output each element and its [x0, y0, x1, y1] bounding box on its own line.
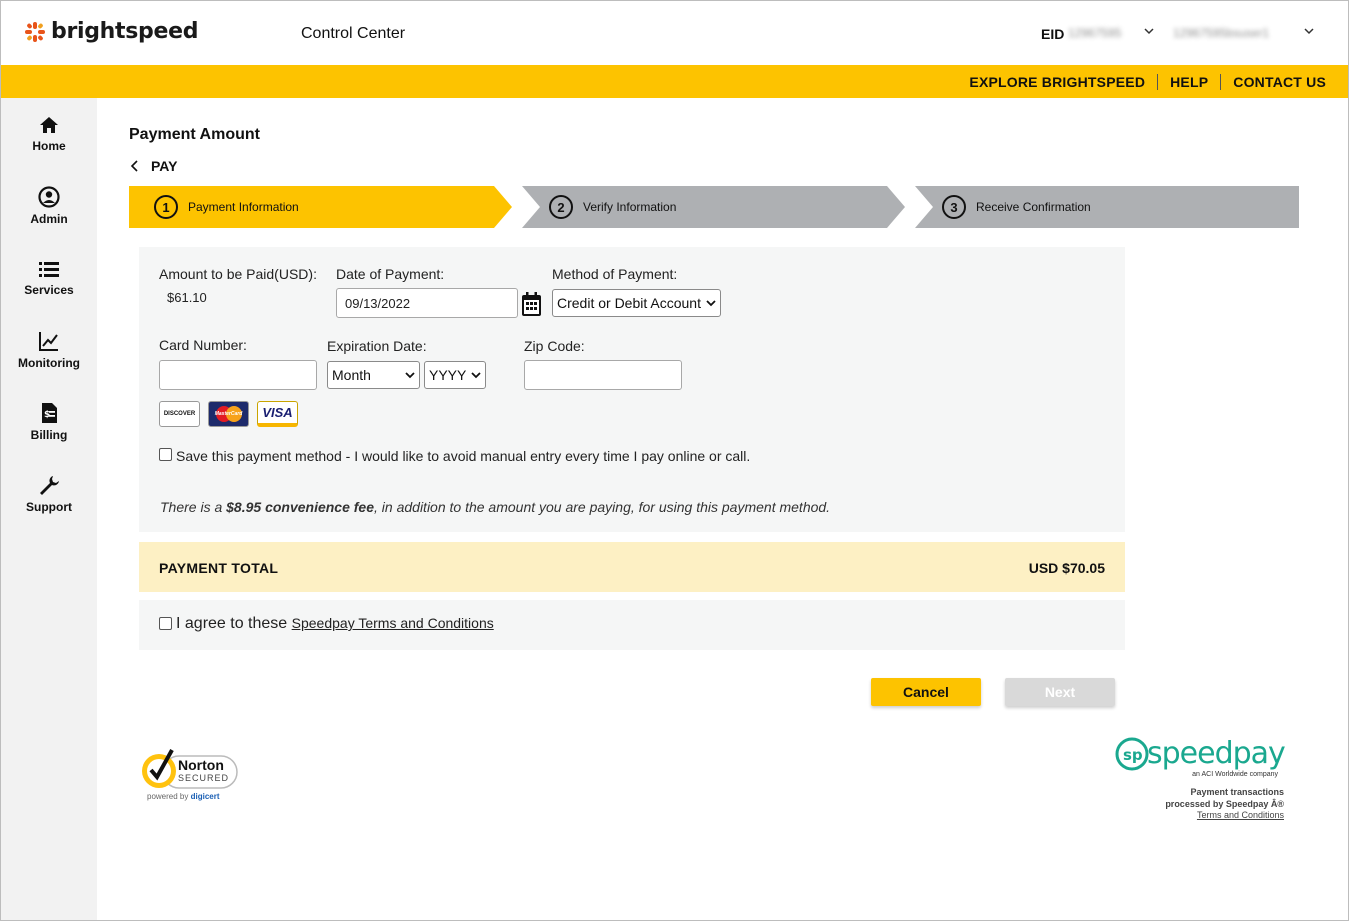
- wrench-icon: [40, 476, 59, 495]
- eid-label: EID: [1041, 26, 1065, 42]
- eid-dropdown-chevron-icon[interactable]: [1143, 24, 1155, 40]
- agree-terms-checkbox[interactable]: [159, 617, 172, 630]
- chart-icon: [39, 332, 58, 351]
- stepper-background: [129, 186, 1299, 228]
- date-label: Date of Payment:: [336, 266, 445, 282]
- norton-powered-by: powered by digicert: [147, 792, 220, 801]
- amount-value: $61.10: [167, 290, 207, 305]
- sidebar-item-services[interactable]: Services: [1, 259, 97, 297]
- progress-stepper: 1 Payment Information 2 Verify Informati…: [129, 186, 1299, 228]
- sidebar-item-home[interactable]: Home: [1, 115, 97, 153]
- user-dropdown-chevron-icon[interactable]: [1303, 24, 1315, 40]
- zip-code-input[interactable]: [524, 360, 682, 390]
- sidebar-item-label: Billing: [30, 428, 68, 442]
- step-label: Verify Information: [583, 200, 677, 214]
- exp-month-value: Month: [332, 367, 371, 383]
- speedpay-line1: Payment transactions: [1190, 787, 1284, 797]
- list-icon: [39, 262, 59, 277]
- sidebar-item-billing[interactable]: $ Billing: [1, 402, 97, 442]
- back-link[interactable]: PAY: [129, 158, 177, 174]
- sidebar-item-monitoring[interactable]: Monitoring: [1, 330, 97, 370]
- sidebar: Home Admin Services Monitoring $ Billing…: [1, 98, 97, 920]
- speedpay-terms-link[interactable]: Speedpay Terms and Conditions: [292, 615, 494, 631]
- step-label: Receive Confirmation: [976, 200, 1091, 214]
- header: brightspeed Control Center EID 12967595 …: [1, 1, 1348, 65]
- sidebar-item-label: Home: [32, 139, 66, 153]
- step-payment-information: 1 Payment Information: [154, 186, 299, 228]
- payment-total-bar: PAYMENT TOTAL USD $70.05: [139, 542, 1125, 592]
- chevron-down-icon: [706, 300, 716, 307]
- visa-card-icon: VISA: [257, 401, 298, 427]
- nav-contact-us[interactable]: CONTACT US: [1221, 74, 1326, 90]
- norton-secured-badge: Norton SECURED powered by digicert: [139, 746, 249, 804]
- expiration-month-select[interactable]: Month: [327, 361, 420, 389]
- speedpay-tagline: an ACI Worldwide company: [1192, 771, 1278, 778]
- brand-logo[interactable]: brightspeed: [25, 19, 199, 44]
- date-of-payment-input[interactable]: 09/13/2022: [336, 288, 518, 318]
- card-number-label: Card Number:: [159, 337, 247, 353]
- expiration-year-select[interactable]: YYYY: [424, 361, 486, 389]
- method-of-payment-select[interactable]: Credit or Debit Account: [552, 289, 721, 317]
- save-payment-method-label: Save this payment method - I would like …: [176, 448, 751, 464]
- chevron-down-icon: [405, 372, 415, 379]
- card-number-input[interactable]: [159, 360, 317, 390]
- brand-name: brightspeed: [51, 19, 199, 44]
- svg-text:sp: sp: [1123, 746, 1143, 764]
- agree-terms-label: I agree to these Speedpay Terms and Cond…: [176, 615, 494, 632]
- mastercard-icon: MasterCard: [208, 401, 249, 427]
- discover-card-icon: DISCOVER: [159, 401, 200, 427]
- exp-year-value: YYYY: [429, 367, 467, 383]
- bill-icon: $: [42, 403, 57, 423]
- sidebar-item-label: Services: [24, 283, 74, 297]
- step-label: Payment Information: [188, 200, 299, 214]
- chevron-down-icon: [471, 372, 481, 379]
- save-payment-method-checkbox[interactable]: [159, 448, 172, 461]
- chevron-left-icon: [130, 160, 138, 172]
- cancel-button[interactable]: Cancel: [871, 678, 981, 706]
- method-selected-value: Credit or Debit Account: [557, 295, 701, 311]
- user-icon: [38, 186, 60, 208]
- zip-code-label: Zip Code:: [524, 338, 585, 354]
- step-number: 2: [549, 195, 573, 219]
- payment-total-label: PAYMENT TOTAL: [159, 560, 279, 576]
- sidebar-item-label: Monitoring: [18, 356, 80, 370]
- sidebar-item-admin[interactable]: Admin: [1, 186, 97, 226]
- eid-value: 12967595: [1068, 26, 1122, 40]
- back-link-label: PAY: [151, 158, 178, 174]
- nav-explore-brightspeed[interactable]: EXPLORE BRIGHTSPEED: [957, 74, 1157, 90]
- calendar-icon[interactable]: [521, 291, 542, 317]
- speedpay-logo-block: sp speedpay an ACI Worldwide company Pay…: [1112, 736, 1292, 826]
- speedpay-terms-footer-link[interactable]: Terms and Conditions: [1197, 810, 1284, 820]
- speedpay-line2: processed by Speedpay Â®: [1165, 799, 1284, 809]
- payment-total-value: USD $70.05: [1028, 560, 1105, 576]
- speedpay-name: speedpay: [1147, 736, 1286, 771]
- next-button[interactable]: Next: [1005, 678, 1115, 706]
- nav-help[interactable]: HELP: [1158, 74, 1220, 90]
- step-number: 1: [154, 195, 178, 219]
- top-nav-bar: EXPLORE BRIGHTSPEED HELP CONTACT US: [1, 65, 1348, 98]
- sidebar-item-label: Admin: [30, 212, 68, 226]
- brightspeed-logo-icon: [25, 21, 45, 42]
- norton-secured-text: SECURED: [178, 773, 230, 783]
- user-account-value: 12967595bsuser1: [1173, 26, 1270, 40]
- app-title: Control Center: [301, 25, 406, 42]
- method-label: Method of Payment:: [552, 266, 678, 282]
- step-verify-information: 2 Verify Information: [549, 186, 676, 228]
- sidebar-item-support[interactable]: Support: [1, 474, 97, 514]
- sidebar-item-label: Support: [26, 500, 72, 514]
- page-title: Payment Amount: [129, 126, 260, 143]
- speedpay-logo-icon: sp: [1115, 737, 1149, 771]
- convenience-fee-amount: $8.95 convenience fee: [226, 499, 375, 515]
- amount-label: Amount to be Paid(USD):: [159, 266, 317, 282]
- step-receive-confirmation: 3 Receive Confirmation: [942, 186, 1091, 228]
- convenience-fee-notice: There is a $8.95 convenience fee, in add…: [160, 499, 831, 515]
- step-number: 3: [942, 195, 966, 219]
- expiration-date-label: Expiration Date:: [327, 338, 427, 354]
- norton-name: Norton: [178, 757, 224, 773]
- accepted-cards: DISCOVER MasterCard VISA: [159, 401, 298, 427]
- home-icon: [40, 117, 58, 133]
